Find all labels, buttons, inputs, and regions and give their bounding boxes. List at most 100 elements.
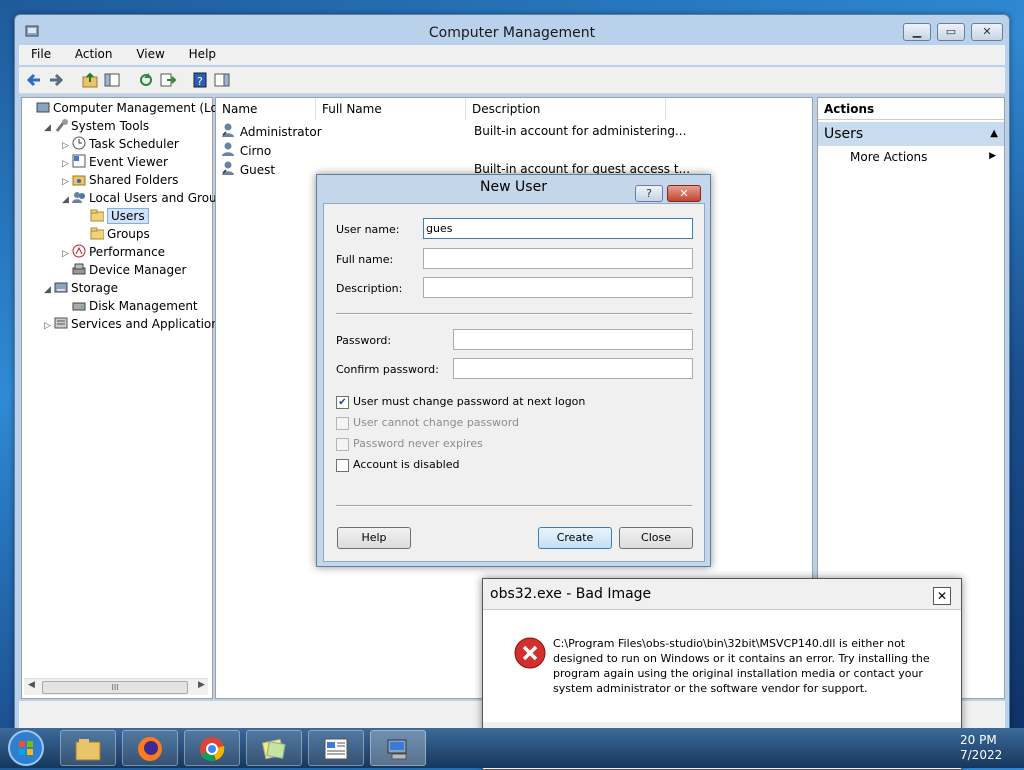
checkbox-icon — [336, 416, 349, 430]
separator — [336, 313, 692, 315]
scroll-left-arrow-icon[interactable]: ◀ — [28, 680, 35, 690]
taskbar: 20 PM 7/2022 — [0, 728, 1024, 768]
clock[interactable]: 20 PM 7/2022 — [960, 733, 1002, 763]
scroll-right-arrow-icon[interactable]: ▶ — [198, 680, 205, 690]
taskbar-firefox[interactable] — [122, 730, 178, 766]
create-button[interactable]: Create — [538, 527, 612, 549]
column-header-full-name[interactable]: Full Name — [316, 98, 466, 120]
description-label: Description: — [336, 282, 403, 295]
actions-header: Actions — [818, 98, 1004, 120]
tree-item-shared-folders[interactable]: ▷ Shared Folders — [62, 172, 178, 190]
tree-item-storage[interactable]: ◢ Storage — [44, 280, 118, 298]
expand-toggle-icon[interactable]: ▷ — [62, 141, 72, 151]
device-manager-icon — [72, 262, 86, 279]
menu-file[interactable]: File — [19, 45, 59, 61]
scroll-thumb[interactable]: III — [42, 681, 188, 694]
error-title-bar[interactable]: obs32.exe - Bad Image ✕ — [483, 579, 961, 610]
expand-toggle-icon[interactable]: ◢ — [44, 123, 54, 133]
tree-item-groups[interactable]: Groups — [80, 226, 150, 244]
tree-item-label: Shared Folders — [89, 173, 179, 187]
tree-item-label: Computer Management (Local — [53, 101, 236, 115]
column-header-name[interactable]: Name — [216, 98, 316, 120]
close-button[interactable]: ✕ — [971, 23, 1003, 41]
more-actions-item[interactable]: More Actions ▶ — [850, 150, 1000, 168]
checkbox-label: Password never expires — [353, 437, 483, 450]
disk-icon — [72, 298, 86, 315]
password-field[interactable] — [453, 329, 693, 350]
message-line: designed to run on Windows or it contain… — [553, 652, 930, 665]
error-title: obs32.exe - Bad Image — [490, 586, 652, 602]
tree-item-task-scheduler[interactable]: ▷ Task Scheduler — [62, 136, 179, 154]
error-close-button[interactable]: ✕ — [933, 587, 951, 605]
clock-date: 7/2022 — [960, 748, 1003, 762]
help-book-icon[interactable]: ? — [191, 71, 209, 89]
sticky-notes-icon — [259, 738, 289, 767]
tree-item-services-and-applications[interactable]: ▷ Services and Applications — [44, 316, 225, 334]
back-arrow-icon[interactable] — [25, 71, 43, 89]
tree-item-disk-management[interactable]: Disk Management — [62, 298, 198, 316]
description-field[interactable] — [423, 277, 693, 298]
show-hide-console-tree-icon[interactable] — [103, 71, 121, 89]
tree-item-performance[interactable]: ▷ Performance — [62, 244, 165, 262]
close-dialog-button[interactable]: Close — [619, 527, 693, 549]
message-line: program again using the original install… — [553, 667, 923, 680]
expand-toggle-icon[interactable]: ◢ — [44, 285, 54, 295]
minimize-button[interactable]: ▁ — [903, 23, 931, 41]
maximize-button[interactable]: ▭ — [937, 23, 965, 41]
menu-action[interactable]: Action — [63, 45, 121, 61]
column-header-description[interactable]: Description — [466, 98, 666, 120]
toolbar: ? — [19, 67, 1005, 94]
menu-view[interactable]: View — [124, 45, 172, 61]
refresh-icon[interactable] — [137, 71, 155, 89]
taskbar-document[interactable] — [308, 730, 364, 766]
account-disabled-checkbox[interactable]: Account is disabled — [336, 458, 460, 472]
tree-item-local-users-and-groups[interactable]: ◢ Local Users and Groups — [62, 190, 231, 208]
taskbar-sticky-notes[interactable] — [246, 730, 302, 766]
show-hide-action-pane-icon[interactable] — [213, 71, 231, 89]
help-button[interactable]: Help — [337, 527, 411, 549]
username-label: User name: — [336, 223, 400, 236]
tree-item-users[interactable]: Users — [80, 208, 149, 226]
expand-toggle-icon[interactable]: ▷ — [62, 177, 72, 187]
actions-section-users[interactable]: Users ▲ — [818, 122, 1004, 146]
taskbar-computer-management[interactable] — [370, 730, 426, 766]
list-item[interactable]: Guest Built-in account for guest access … — [220, 160, 690, 178]
tree-item-label: Services and Applications — [71, 317, 226, 331]
dialog-help-button[interactable]: ? — [635, 185, 663, 202]
confirm-password-field[interactable] — [453, 358, 693, 379]
new-user-dialog: New User ? ✕ User name: gues Full name: … — [316, 174, 711, 567]
user-name: Administrator — [239, 125, 322, 139]
forward-arrow-icon[interactable] — [47, 71, 65, 89]
error-icon — [513, 636, 547, 673]
expand-toggle-icon[interactable]: ▷ — [62, 249, 72, 259]
up-folder-icon[interactable] — [81, 71, 99, 89]
expand-toggle-icon[interactable]: ▷ — [44, 321, 54, 331]
horizontal-scrollbar[interactable]: ◀ III ▶ — [24, 678, 208, 695]
tree-item-system-tools[interactable]: ◢ System Tools — [44, 118, 149, 136]
user-description: Built-in account for administering... — [474, 124, 687, 138]
fullname-field[interactable] — [423, 248, 693, 269]
list-item[interactable]: Cirno — [220, 141, 271, 159]
window-title: Computer Management — [428, 25, 596, 41]
taskbar-file-explorer[interactable] — [60, 730, 116, 766]
taskbar-chrome[interactable] — [184, 730, 240, 766]
folder-icon — [90, 226, 105, 243]
tree-item-computer-management-local[interactable]: Computer Management (Local — [26, 100, 235, 118]
checkbox-icon — [336, 458, 349, 472]
user-icon — [220, 122, 236, 143]
services-icon — [54, 316, 68, 333]
tree-item-device-manager[interactable]: Device Manager — [62, 262, 186, 280]
menu-help[interactable]: Help — [177, 45, 224, 61]
tree-item-event-viewer[interactable]: ▷ Event Viewer — [62, 154, 168, 172]
tree-item-label: Users — [107, 208, 149, 224]
expand-toggle-icon[interactable]: ◢ — [62, 195, 72, 205]
start-button-icon[interactable] — [6, 729, 46, 770]
username-field[interactable]: gues — [423, 218, 693, 239]
expand-toggle-icon[interactable]: ▷ — [62, 159, 72, 169]
dialog-close-button[interactable]: ✕ — [667, 185, 701, 202]
export-list-icon[interactable] — [159, 71, 177, 89]
actions-section-label: Users — [824, 126, 864, 142]
collapse-arrow-icon[interactable]: ▲ — [990, 122, 998, 146]
list-item[interactable]: Administrator Built-in account for admin… — [220, 122, 686, 143]
must-change-password-checkbox[interactable]: ✔ User must change password at next logon — [336, 395, 585, 409]
